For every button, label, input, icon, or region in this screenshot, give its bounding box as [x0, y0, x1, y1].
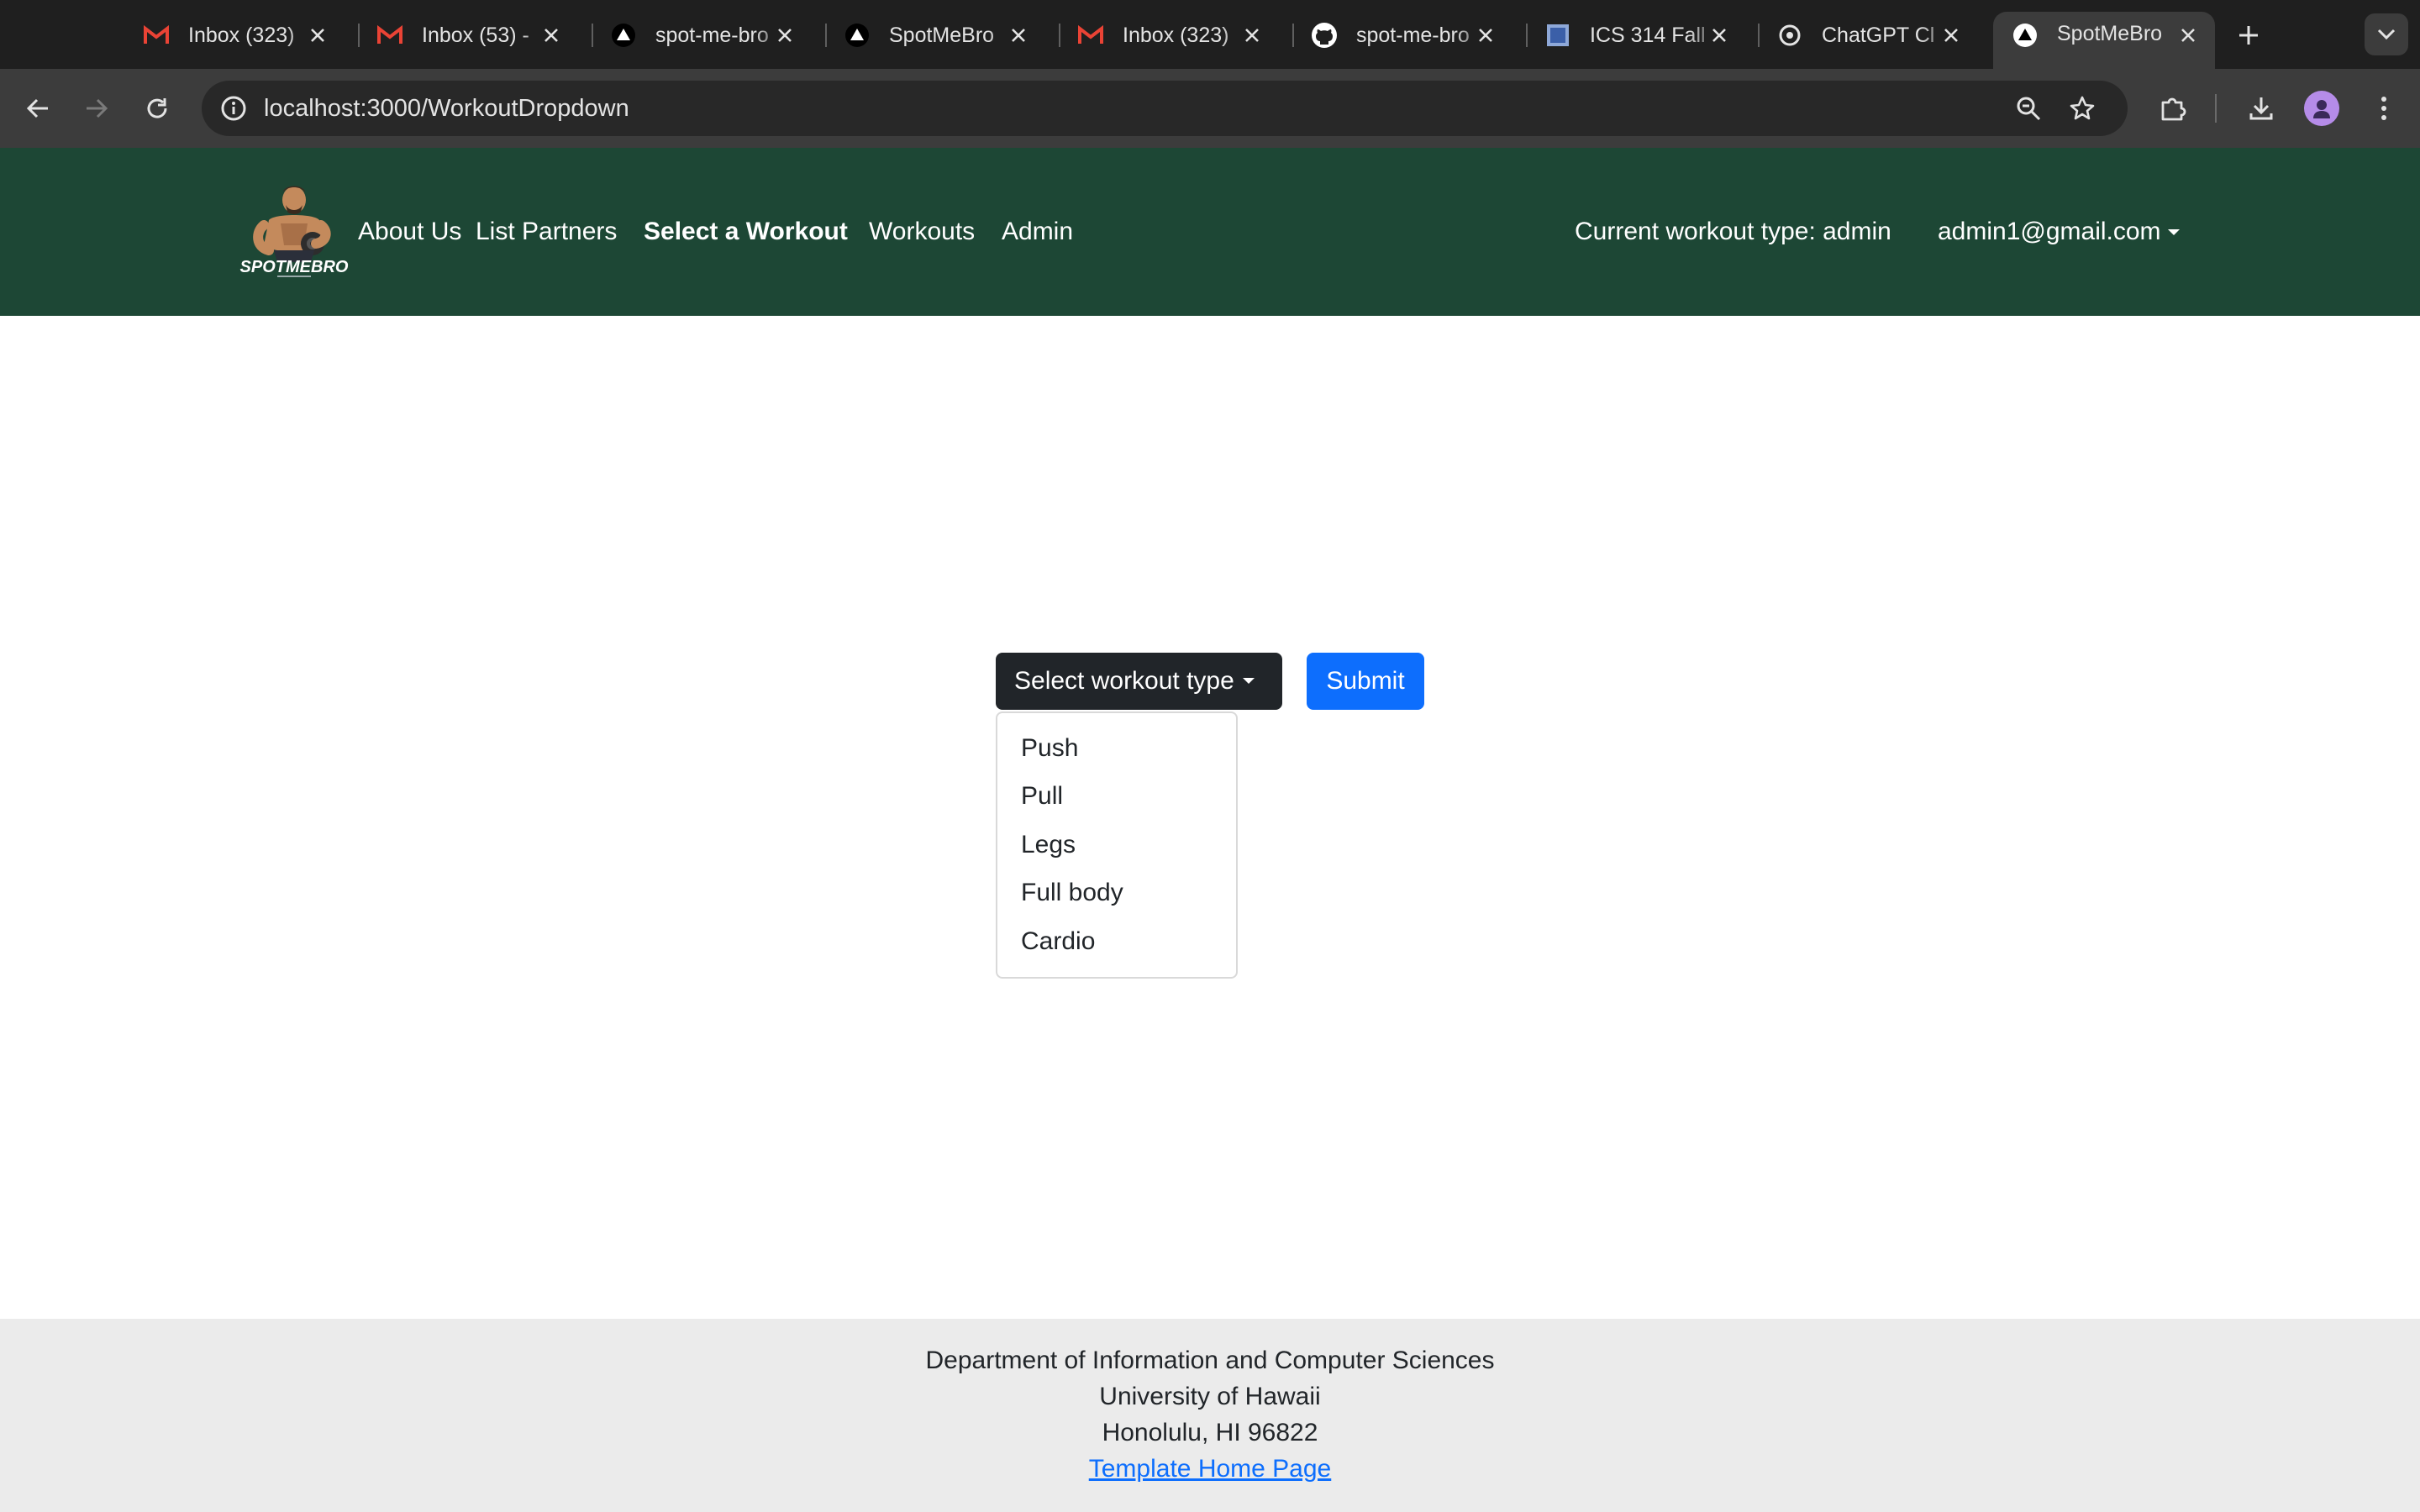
gmail-icon: [1077, 22, 1104, 49]
address-bar[interactable]: localhost:3000/WorkoutDropdown: [202, 81, 2128, 136]
close-tab-icon[interactable]: [770, 20, 800, 50]
browser-tab[interactable]: Inbox (323): [124, 12, 345, 59]
browser-tab[interactable]: spot-me-bro: [1292, 12, 1512, 59]
browser-tab[interactable]: Inbox (323): [1059, 12, 1279, 59]
footer-university: University of Hawaii: [1099, 1383, 1321, 1410]
nav-link-list-partners[interactable]: List Partners: [476, 217, 617, 247]
github-icon: [1311, 22, 1338, 49]
close-tab-icon[interactable]: [2173, 20, 2203, 50]
puzzle-icon: [2161, 97, 2186, 121]
tab-title: spot-me-bro: [655, 23, 769, 47]
browser-tab[interactable]: spot-me-bro: [592, 12, 812, 59]
browser-tab-active[interactable]: SpotMeBro: [1993, 12, 2215, 69]
profile-avatar[interactable]: [2304, 91, 2339, 126]
new-tab-button[interactable]: [2230, 17, 2267, 54]
workout-option-full-body[interactable]: Full body: [997, 869, 1236, 916]
zoom-icon[interactable]: [2012, 92, 2045, 125]
forward-button[interactable]: [77, 89, 116, 128]
workout-option-legs[interactable]: Legs: [997, 822, 1236, 869]
spotmebro-logo[interactable]: SPOTMEBRO: [230, 180, 358, 281]
close-tab-icon[interactable]: [1936, 20, 1966, 50]
browser-tab[interactable]: Inbox (53) -: [358, 12, 578, 59]
tab-title: spot-me-bro: [1356, 23, 1470, 47]
triangle-logo-icon: [844, 22, 871, 49]
close-tab-icon[interactable]: [302, 20, 333, 50]
triangle-logo-icon: [2012, 22, 2039, 49]
user-email: admin1@gmail.com: [1938, 218, 2161, 245]
tab-title: ChatGPT Cl: [1822, 23, 1935, 47]
browser-tab[interactable]: ICS 314 Fall: [1526, 12, 1746, 59]
openai-icon: [1776, 22, 1803, 49]
toolbar-separator: [2215, 94, 2217, 123]
close-tab-icon[interactable]: [1237, 20, 1267, 50]
extensions-button[interactable]: [2153, 89, 2191, 128]
tab-title: ICS 314 Fall: [1590, 23, 1706, 47]
nav-link-about-us[interactable]: About Us: [358, 217, 461, 247]
footer-department: Department of Information and Computer S…: [925, 1347, 1495, 1374]
tab-search-button[interactable]: [2365, 13, 2408, 55]
download-icon: [2249, 97, 2273, 120]
template-home-link[interactable]: Template Home Page: [1089, 1455, 1332, 1483]
browser-menu-button[interactable]: [2365, 89, 2403, 128]
reload-button[interactable]: [138, 89, 176, 128]
downloads-button[interactable]: [2242, 89, 2281, 128]
tab-title: Inbox (323): [188, 23, 295, 47]
nav-link-workouts[interactable]: Workouts: [869, 217, 975, 247]
close-tab-icon[interactable]: [536, 20, 566, 50]
browser-toolbar: localhost:3000/WorkoutDropdown: [0, 69, 2420, 148]
tab-title: Inbox (53) -: [422, 23, 529, 47]
logo-text: SPOTMEBRO: [240, 258, 349, 276]
bookmark-star-icon[interactable]: [2065, 92, 2099, 125]
gmail-icon: [376, 22, 403, 49]
workout-option-cardio[interactable]: Cardio: [997, 918, 1236, 965]
arrow-right-icon: [87, 98, 108, 118]
workout-type-menu: Push Pull Legs Full body Cardio: [996, 711, 1238, 979]
workout-option-push[interactable]: Push: [997, 725, 1236, 772]
nav-link-admin[interactable]: Admin: [1002, 217, 1073, 247]
browser-tab[interactable]: ChatGPT Cl: [1758, 12, 1978, 59]
user-avatar-icon: [2313, 100, 2330, 118]
tab-title: SpotMeBro: [889, 23, 995, 47]
tab-title: Inbox (323): [1123, 23, 1229, 47]
chevron-down-icon: [2377, 29, 2396, 40]
current-workout-type: Current workout type: admin: [1575, 218, 1891, 245]
browser-tab-strip: Inbox (323) Inbox (53) - spot-me-bro Spo…: [0, 0, 2420, 69]
back-button[interactable]: [18, 89, 57, 128]
triangle-logo-icon: [610, 22, 637, 49]
info-icon[interactable]: [217, 92, 250, 125]
workout-option-pull[interactable]: Pull: [997, 773, 1236, 820]
nav-link-select-workout[interactable]: Select a Workout: [644, 217, 848, 247]
site-footer: Department of Information and Computer S…: [0, 1319, 2420, 1512]
square-icon: [1544, 22, 1571, 49]
submit-button[interactable]: Submit: [1307, 653, 1424, 710]
workout-type-dropdown[interactable]: Select workout type: [996, 653, 1282, 710]
browser-tab[interactable]: SpotMeBro: [825, 12, 1045, 59]
gmail-icon: [143, 22, 170, 49]
arrow-left-icon: [26, 98, 48, 118]
plus-icon: [2239, 26, 2258, 45]
reload-icon: [147, 98, 167, 118]
url-text[interactable]: localhost:3000/WorkoutDropdown: [264, 81, 629, 136]
user-menu-dropdown[interactable]: admin1@gmail.com: [1938, 217, 2180, 247]
close-tab-icon[interactable]: [1003, 20, 1034, 50]
footer-address: Honolulu, HI 96822: [1102, 1419, 1318, 1446]
kebab-menu-icon: [2381, 97, 2386, 120]
close-tab-icon[interactable]: [1470, 20, 1501, 50]
tab-title: SpotMeBro: [2057, 22, 2163, 45]
close-tab-icon[interactable]: [1704, 20, 1734, 50]
